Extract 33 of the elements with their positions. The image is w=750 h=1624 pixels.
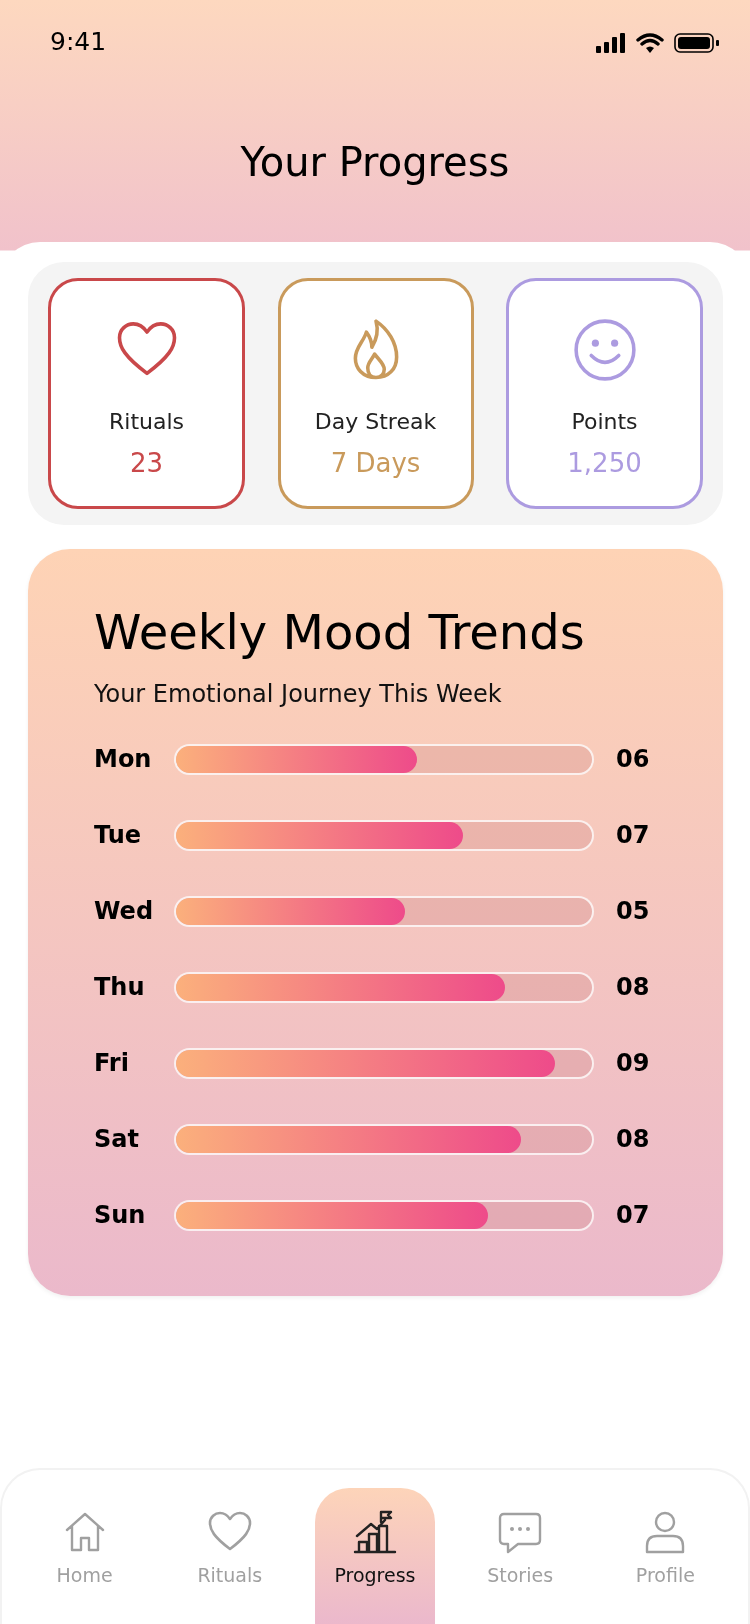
mood-score: 08 (616, 1125, 650, 1153)
day-label: Sun (94, 1201, 147, 1229)
nav-tab[interactable]: Profile (605, 1488, 726, 1624)
stat-label: Day Streak (314, 409, 437, 434)
nav-tab[interactable]: Rituals (169, 1488, 290, 1624)
battery-icon (674, 33, 720, 53)
mood-score: 09 (616, 1049, 650, 1077)
mood-score: 08 (616, 973, 650, 1001)
card-title: Weekly Mood Trends (94, 604, 586, 660)
stat-value: 1,250 (567, 448, 642, 478)
day-label: Tue (94, 821, 143, 849)
mood-score: 05 (616, 897, 650, 925)
stat-label: Points (571, 409, 638, 434)
day-label: Sat (94, 1125, 140, 1153)
nav-tab[interactable]: Progress (314, 1488, 435, 1624)
status-time: 9:41 (50, 26, 107, 56)
day-label: Mon (94, 745, 153, 773)
mood-score: 07 (616, 821, 650, 849)
nav-tab[interactable]: Stories (460, 1488, 581, 1624)
mood-score: 06 (616, 745, 650, 773)
signal-icon (596, 32, 626, 54)
stat-value: 7 Days (330, 448, 421, 478)
day-label: Fri (94, 1049, 130, 1077)
day-label: Thu (94, 973, 146, 1001)
nav-tab[interactable]: Home (24, 1488, 145, 1624)
page-title: Your Progress (239, 138, 511, 187)
wifi-icon (636, 32, 664, 54)
card-subtitle: Your Emotional Journey This Week (94, 680, 503, 708)
smiley-icon (571, 317, 638, 383)
mood-score: 07 (616, 1201, 650, 1229)
stat-value: 23 (129, 448, 164, 478)
day-label: Wed (94, 897, 155, 925)
stat-label: Rituals (109, 409, 184, 434)
